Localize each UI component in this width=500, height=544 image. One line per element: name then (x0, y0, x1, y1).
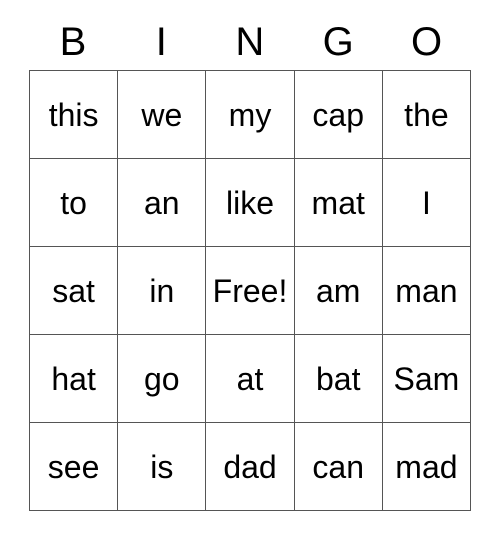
bingo-cell[interactable]: in (118, 247, 207, 335)
bingo-header-letter-o: O (411, 20, 443, 64)
bingo-cell-label: cap (312, 96, 364, 133)
bingo-cell-label: at (236, 360, 264, 397)
bingo-cell[interactable]: at (206, 335, 295, 423)
bingo-cell[interactable]: my (206, 71, 295, 159)
bingo-cell[interactable]: the (382, 71, 472, 159)
bingo-cell-label: am (315, 272, 361, 309)
bingo-cell[interactable]: man (382, 247, 472, 335)
bingo-cell-label: is (150, 448, 174, 485)
bingo-cell-label: Free! (212, 272, 288, 309)
bingo-cell[interactable]: an (118, 159, 207, 247)
bingo-cell-label: Sam (393, 360, 460, 397)
bingo-cell-label: bat (315, 360, 361, 397)
bingo-cell[interactable]: this (30, 71, 119, 159)
bingo-cell-label: to (60, 184, 87, 221)
bingo-cell[interactable]: we (118, 71, 207, 159)
bingo-cell[interactable]: can (294, 423, 383, 511)
bingo-cell-label: sat (52, 272, 95, 309)
bingo-cell-label: mat (311, 184, 365, 221)
bingo-cell-label: this (48, 96, 99, 133)
bingo-cell[interactable]: mat (294, 159, 383, 247)
bingo-cell[interactable]: Sam (382, 335, 472, 423)
bingo-cell-label: we (141, 96, 183, 133)
bingo-cell-label: I (421, 184, 431, 221)
bingo-cell-label: like (226, 184, 275, 221)
bingo-card: B I N G O this we my cap the to an like … (29, 14, 472, 511)
bingo-cell[interactable]: go (118, 335, 207, 423)
bingo-cell-label: my (228, 96, 272, 133)
bingo-cell[interactable]: to (30, 159, 119, 247)
bingo-row: hat go at bat Sam (30, 335, 472, 423)
bingo-cell-label: man (395, 272, 458, 309)
bingo-cell[interactable]: like (206, 159, 295, 247)
bingo-header-letter-b: B (59, 20, 87, 64)
bingo-cell-label: in (149, 272, 175, 309)
bingo-row: see is dad can mad (30, 423, 472, 511)
bingo-header-letter-g: G (322, 20, 355, 64)
bingo-cell[interactable]: mad (382, 423, 472, 511)
bingo-header-row: B I N G O (29, 14, 471, 70)
bingo-cell[interactable]: cap (294, 71, 383, 159)
bingo-cell-label: go (144, 360, 180, 397)
bingo-row: sat in Free! am man (30, 247, 472, 335)
bingo-cell[interactable]: hat (30, 335, 119, 423)
bingo-row: to an like mat I (30, 159, 472, 247)
bingo-cell[interactable]: dad (206, 423, 295, 511)
bingo-cell-label: hat (51, 360, 96, 397)
bingo-row: this we my cap the (30, 71, 472, 159)
bingo-grid: this we my cap the to an like mat I sat … (29, 70, 472, 511)
bingo-cell[interactable]: see (30, 423, 119, 511)
bingo-cell[interactable]: I (382, 159, 472, 247)
bingo-header-letter-n: N (235, 20, 265, 64)
bingo-cell-label: mad (395, 448, 458, 485)
bingo-cell[interactable]: am (294, 247, 383, 335)
bingo-cell-free[interactable]: Free! (206, 247, 295, 335)
bingo-cell-label: can (312, 448, 364, 485)
bingo-cell-label: dad (223, 448, 277, 485)
bingo-cell-label: an (144, 184, 180, 221)
bingo-cell-label: see (47, 448, 100, 485)
bingo-header-letter-i: I (155, 20, 168, 64)
bingo-cell[interactable]: sat (30, 247, 119, 335)
bingo-cell[interactable]: bat (294, 335, 383, 423)
bingo-cell-label: the (404, 96, 449, 133)
bingo-cell[interactable]: is (118, 423, 207, 511)
